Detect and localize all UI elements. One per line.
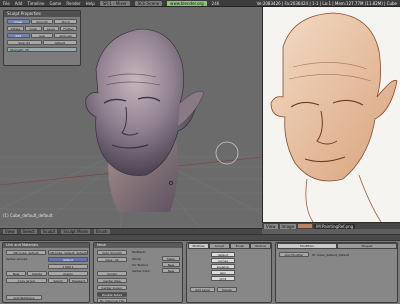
sculpt-panel-title: Sculpt Properties: [4, 11, 80, 17]
brush-strength-slider[interactable]: Strength: 25: [7, 47, 77, 52]
menu-render[interactable]: Render: [66, 1, 80, 6]
blender-url: www.blender.org: [167, 0, 207, 6]
sticky-make-button[interactable]: Make: [162, 256, 180, 261]
add-modifier-button[interactable]: Add Modifier: [279, 252, 309, 257]
vcol-new-button[interactable]: New: [162, 268, 180, 273]
level-list-item[interactable]: cornea: [211, 258, 235, 263]
center-new-button[interactable]: Center New: [97, 278, 127, 283]
image-editor-header: View Image IM:PaintingRef.png: [262, 222, 400, 229]
buttons-window: Link and Materials ME:Cube_default OB:Cu…: [0, 234, 400, 304]
uv-texture-label: UV Texture: [132, 263, 149, 267]
sculpt-head: [85, 28, 197, 176]
sculpt-properties-panel: Sculpt Properties Draw Smooth Pinch Infl…: [3, 10, 81, 66]
image-editor[interactable]: [262, 7, 400, 222]
vertex-group-field[interactable]: default: [48, 257, 88, 262]
delete-level-button[interactable]: Delete: [217, 287, 237, 292]
drawn-head: [270, 12, 398, 182]
tab-multires[interactable]: Multires: [188, 243, 209, 249]
modifier-target-label: To: Cube_default_default: [312, 253, 349, 257]
uv-new-button[interactable]: New: [162, 262, 180, 267]
info-header: File Add Timeline Game Render Help SR:1 …: [0, 0, 400, 7]
deselect-button[interactable]: Deselect: [69, 278, 88, 283]
center-button[interactable]: Center: [97, 271, 127, 276]
brush-sub-button[interactable]: Sub: [30, 33, 54, 38]
menu-file[interactable]: File: [3, 1, 10, 6]
scene-stats: Ve:2083426 | Fa:2036424 | 1-1 | La:1 | M…: [256, 0, 397, 6]
image-name-field[interactable]: IM:PaintingRef.png: [314, 223, 356, 229]
3d-viewport[interactable]: Sculpt Properties Draw Smooth Pinch Infl…: [0, 7, 262, 228]
tab-texture[interactable]: Texture: [250, 243, 271, 249]
no-vnormal-flip-toggle[interactable]: No V.Normal Flip: [97, 298, 127, 302]
brush-default-field[interactable]: default: [42, 40, 77, 45]
mesh-panel: Mesh Auto Smooth Degr: 30 Center Center …: [93, 242, 183, 303]
link-panel-title: Link and Materials: [3, 243, 89, 248]
brush-inflate-button[interactable]: Inflate: [7, 26, 24, 31]
mesh-panel-title: Mesh: [94, 243, 182, 248]
object-name-field[interactable]: OB:Cube_default_default: [48, 250, 88, 255]
tab-modifiers[interactable]: Modifiers: [277, 243, 337, 249]
image-image-menu[interactable]: Image: [279, 223, 297, 229]
brush-grab-button[interactable]: Grab: [24, 26, 42, 31]
double-sided-toggle[interactable]: Double Sided: [97, 292, 127, 297]
material-index-field[interactable]: 1 Mat 1: [48, 264, 88, 269]
screen-selector[interactable]: SR:1 - Mixer: [99, 0, 130, 6]
brush-draw-button[interactable]: Draw: [7, 19, 30, 24]
brush-size-field[interactable]: Size: 62: [7, 40, 42, 45]
center-cursor-button[interactable]: Center Cursor: [97, 285, 127, 290]
select-button[interactable]: Select: [48, 278, 68, 283]
buttons-header: [0, 235, 400, 241]
vertex-groups-label: Vertex Groups: [6, 257, 28, 261]
reference-drawing: [270, 12, 398, 222]
tab-sculpt[interactable]: Sculpt: [209, 243, 230, 249]
drawn-neck: [305, 174, 382, 222]
menu-help[interactable]: Help: [86, 1, 95, 6]
brush-airbrush-button[interactable]: Airbrush: [54, 33, 78, 38]
menu-game[interactable]: Game: [49, 1, 61, 6]
menu-add[interactable]: Add: [15, 1, 23, 6]
brush-flatten-button[interactable]: Flatten: [60, 26, 77, 31]
image-view-menu[interactable]: View: [264, 223, 278, 229]
level-list-item[interactable]: default: [211, 252, 235, 257]
degr-field[interactable]: Degr: 30: [97, 257, 127, 262]
brush-color-swatch[interactable]: [298, 224, 313, 228]
scene-selector[interactable]: SCE:Scene: [134, 0, 163, 6]
modifiers-panel: Modifiers Shapes Add Modifier To: Cube_d…: [275, 242, 398, 303]
menu-timeline[interactable]: Timeline: [27, 1, 44, 6]
sticky-label: Sticky: [132, 257, 141, 261]
level-list-item[interactable]: skin: [211, 270, 235, 275]
mat-assign-button[interactable]: Assign: [48, 271, 88, 276]
vg-delete-button[interactable]: Delete: [27, 271, 47, 276]
tab-brush[interactable]: Brush: [230, 243, 250, 249]
level-list-item[interactable]: skeleton: [211, 264, 235, 269]
brush-layer-button[interactable]: Layer: [42, 26, 60, 31]
mesh-name-field[interactable]: ME:Cube_default: [6, 250, 46, 255]
add-level-button[interactable]: Add Level: [190, 287, 215, 292]
multires-panel: Multires Sculpt Brush Texture default co…: [186, 242, 272, 303]
brush-add-button[interactable]: Add: [7, 33, 30, 38]
vertex-color-label: Vertex Color: [132, 269, 151, 273]
level-list-item[interactable]: dirt1: [211, 276, 235, 281]
version-label: 246: [211, 0, 220, 6]
link-materials-panel: Link and Materials ME:Cube_default OB:Cu…: [2, 242, 90, 303]
tab-shapes[interactable]: Shapes: [337, 243, 397, 249]
object-name-label: (1) Cube_default_default: [3, 213, 53, 218]
auto-smooth-toggle[interactable]: Auto Smooth: [97, 250, 127, 255]
autotexspace-button[interactable]: AutoTexSpace: [6, 295, 42, 300]
brush-pinch-button[interactable]: Pinch: [54, 19, 78, 24]
texmesh-label: TexMesh:: [132, 250, 146, 254]
brush-smooth-button[interactable]: Smooth: [30, 19, 54, 24]
copy-group-button[interactable]: Copy Group: [6, 278, 47, 283]
vg-new-button[interactable]: New: [6, 271, 26, 276]
